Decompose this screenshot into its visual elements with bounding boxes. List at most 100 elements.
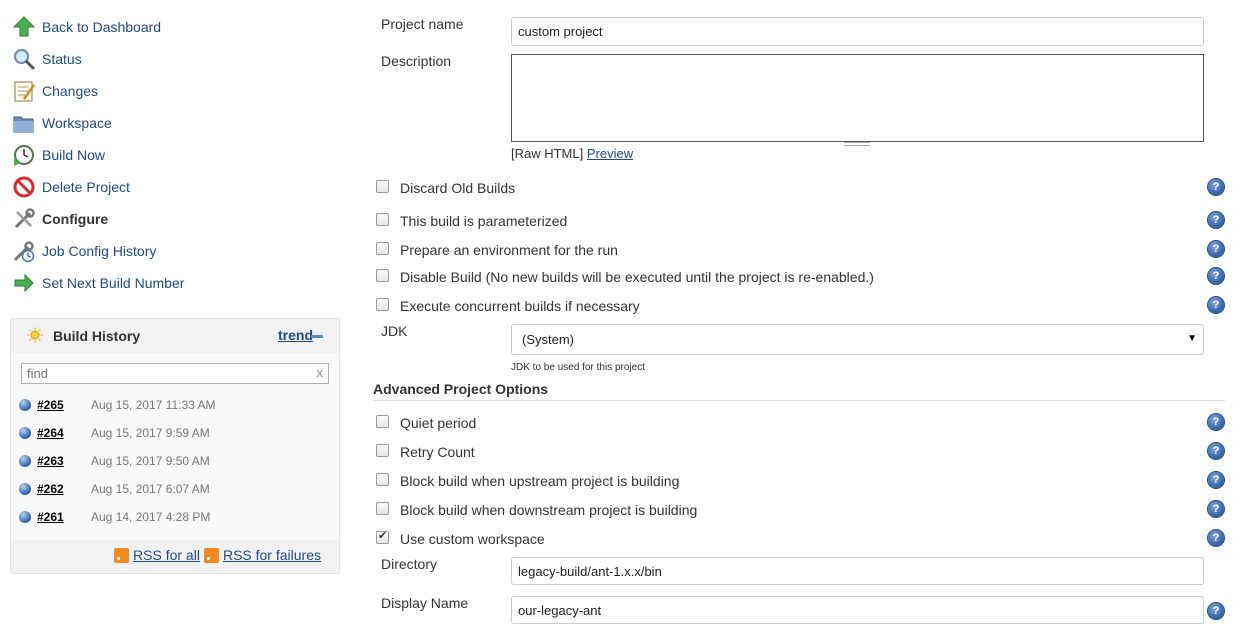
disable-build-checkbox[interactable] <box>376 269 389 282</box>
build-number-link[interactable]: #264 <box>37 426 91 440</box>
option-label: Block build when upstream project is bui… <box>400 473 680 489</box>
build-number-link[interactable]: #265 <box>37 398 91 412</box>
raw-html-row: [Raw HTML] Preview <box>511 146 633 161</box>
raw-html-label: [Raw HTML] <box>511 146 584 161</box>
build-search-input[interactable] <box>21 363 329 384</box>
description-textarea[interactable] <box>511 54 1204 142</box>
build-status-ball-icon <box>19 483 31 495</box>
quiet-period-checkbox[interactable] <box>376 415 389 428</box>
build-row: #261 Aug 14, 2017 4:28 PM <box>19 505 331 529</box>
help-icon[interactable]: ? <box>1208 212 1224 228</box>
option-label: Discard Old Builds <box>400 180 516 196</box>
advanced-options-heading: Advanced Project Options <box>373 381 549 397</box>
config-history-icon <box>12 239 36 263</box>
project-name-input[interactable] <box>511 17 1204 46</box>
build-date: Aug 15, 2017 6:07 AM <box>91 482 210 496</box>
option-label: Retry Count <box>400 444 475 460</box>
preview-link[interactable]: Preview <box>587 146 633 161</box>
collapse-icon[interactable] <box>311 335 323 338</box>
task-label[interactable]: Job Config History <box>42 243 156 259</box>
task-workspace[interactable]: Workspace <box>12 109 112 137</box>
rss-icon <box>203 547 219 563</box>
help-icon[interactable]: ? <box>1208 530 1224 546</box>
help-icon[interactable]: ? <box>1208 179 1224 195</box>
task-label[interactable]: Changes <box>42 83 98 99</box>
task-status[interactable]: Status <box>12 45 82 73</box>
help-icon[interactable]: ? <box>1208 472 1224 488</box>
resize-grip-icon[interactable] <box>844 142 870 146</box>
build-date: Aug 15, 2017 9:50 AM <box>91 454 210 468</box>
dropdown-caret-icon: ▼ <box>1187 333 1197 344</box>
task-label[interactable]: Build Now <box>42 147 105 163</box>
help-icon[interactable]: ? <box>1208 443 1224 459</box>
task-set-next-build-number[interactable]: Set Next Build Number <box>12 269 184 297</box>
build-status-ball-icon <box>19 427 31 439</box>
block-downstream-checkbox[interactable] <box>376 502 389 515</box>
build-status-ball-icon <box>19 455 31 467</box>
jdk-selected-value: (System) <box>522 332 574 347</box>
task-label[interactable]: Workspace <box>42 115 112 131</box>
help-icon[interactable]: ? <box>1208 414 1224 430</box>
task-job-config-history[interactable]: Job Config History <box>12 237 156 265</box>
option-label: This build is parameterized <box>400 213 568 229</box>
task-label[interactable]: Delete Project <box>42 179 130 195</box>
build-date: Aug 14, 2017 4:28 PM <box>91 510 211 524</box>
folder-icon <box>12 111 36 135</box>
block-upstream-checkbox[interactable] <box>376 473 389 486</box>
build-status-ball-icon <box>19 511 31 523</box>
sun-icon <box>27 327 43 346</box>
clear-search-icon[interactable]: x <box>317 365 324 380</box>
build-status-ball-icon <box>19 399 31 411</box>
option-label: Quiet period <box>400 415 477 431</box>
option-label: Use custom workspace <box>400 531 545 547</box>
help-icon[interactable]: ? <box>1208 297 1224 313</box>
rss-icon <box>114 547 130 563</box>
jdk-label: JDK <box>381 323 408 339</box>
help-icon[interactable]: ? <box>1208 603 1224 619</box>
build-row: #262 Aug 15, 2017 6:07 AM <box>19 477 331 501</box>
build-row: #264 Aug 15, 2017 9:59 AM <box>19 421 331 445</box>
directory-input[interactable] <box>511 557 1204 585</box>
description-label: Description <box>381 53 452 69</box>
rss-all-link[interactable]: RSS for all <box>133 547 200 563</box>
build-history-panel: Build History trend x #265 Aug 15, 2017 … <box>10 318 340 574</box>
option-label: Block build when downstream project is b… <box>400 502 698 518</box>
rss-failures-link[interactable]: RSS for failures <box>223 547 321 563</box>
help-icon[interactable]: ? <box>1208 268 1224 284</box>
option-label: Execute concurrent builds if necessary <box>400 298 640 314</box>
option-label: Disable Build (No new builds will be exe… <box>400 269 874 285</box>
help-icon[interactable]: ? <box>1208 501 1224 517</box>
up-arrow-icon <box>12 15 36 39</box>
trend-link[interactable]: trend <box>278 327 313 343</box>
display-name-input[interactable] <box>511 596 1204 624</box>
build-date: Aug 15, 2017 11:33 AM <box>91 398 216 412</box>
prepare-environment-checkbox[interactable] <box>376 242 389 255</box>
build-number-link[interactable]: #262 <box>37 482 91 496</box>
wrench-icon <box>12 207 36 231</box>
notepad-icon <box>12 79 36 103</box>
task-label[interactable]: Set Next Build Number <box>42 275 184 291</box>
build-number-link[interactable]: #263 <box>37 454 91 468</box>
task-configure[interactable]: Configure <box>12 205 108 233</box>
build-row: #263 Aug 15, 2017 9:50 AM <box>19 449 331 473</box>
task-back-to-dashboard[interactable]: Back to Dashboard <box>12 13 161 41</box>
task-label[interactable]: Configure <box>42 211 108 227</box>
jdk-select[interactable]: (System) ▼ <box>511 324 1204 355</box>
jdk-hint: JDK to be used for this project <box>511 362 645 373</box>
custom-workspace-checkbox[interactable] <box>376 529 389 544</box>
retry-count-checkbox[interactable] <box>376 444 389 457</box>
task-label[interactable]: Back to Dashboard <box>42 19 161 35</box>
build-date: Aug 15, 2017 9:59 AM <box>91 426 210 440</box>
task-label[interactable]: Status <box>42 51 82 67</box>
task-build-now[interactable]: Build Now <box>12 141 105 169</box>
task-changes[interactable]: Changes <box>12 77 98 105</box>
display-name-label: Display Name <box>381 595 469 611</box>
concurrent-builds-checkbox[interactable] <box>376 298 389 311</box>
build-row: #265 Aug 15, 2017 11:33 AM <box>19 393 331 417</box>
task-delete-project[interactable]: Delete Project <box>12 173 130 201</box>
directory-label: Directory <box>381 556 438 572</box>
parameterized-checkbox[interactable] <box>376 213 389 226</box>
discard-old-builds-checkbox[interactable] <box>376 180 389 193</box>
build-number-link[interactable]: #261 <box>37 510 91 524</box>
help-icon[interactable]: ? <box>1208 241 1224 257</box>
